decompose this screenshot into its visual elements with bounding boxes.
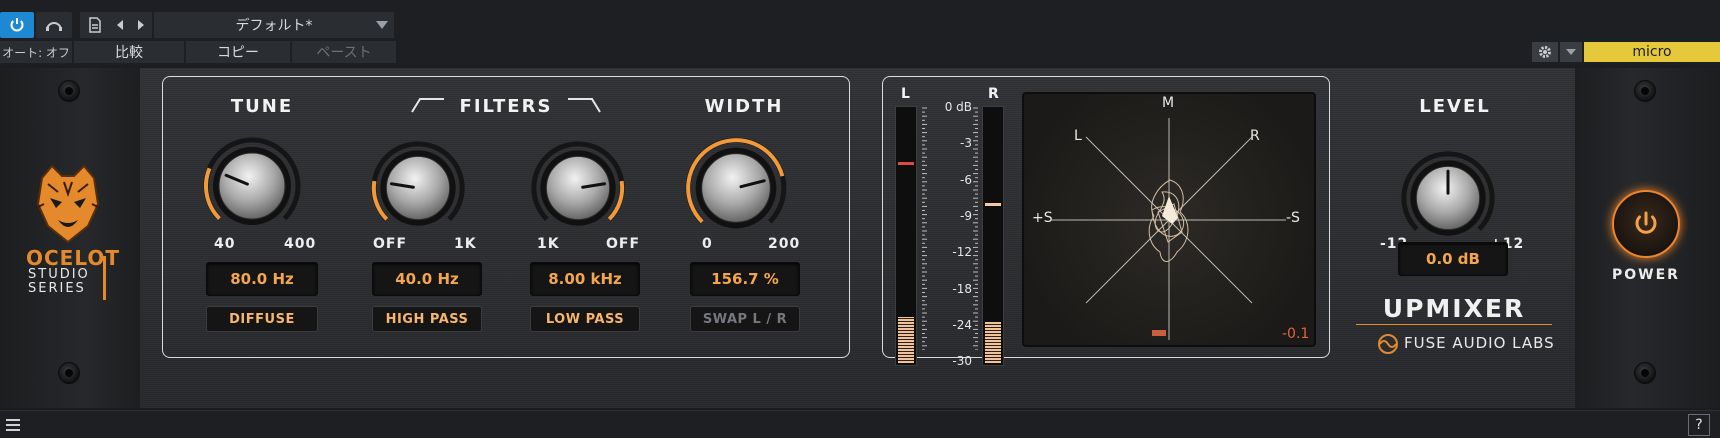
chevron-left-icon — [117, 20, 123, 30]
vectorscope-label-r: R — [1250, 128, 1260, 144]
maker-name: FUSE AUDIO LABS — [1404, 334, 1555, 352]
lowpass-value-display[interactable]: 8.00 kHz — [530, 262, 640, 296]
host-compare-button[interactable]: 比較 — [74, 41, 184, 63]
power-label: POWER — [1612, 267, 1680, 283]
vectorscope-label-l: L — [1074, 128, 1082, 144]
highpass-min-label: OFF — [373, 236, 408, 252]
highpass-max-label: 1K — [454, 236, 477, 252]
power-button[interactable] — [1612, 190, 1680, 258]
width-min-label: 0 — [702, 236, 713, 252]
vectorscope-label-plus-s: +S — [1032, 210, 1053, 226]
host-power-button[interactable] — [0, 12, 34, 38]
tune-value-display[interactable]: 80.0 Hz — [206, 262, 318, 296]
preset-name: デフォルト* — [235, 18, 313, 34]
highpass-button[interactable]: HIGH PASS — [372, 306, 482, 332]
vectorscope-balance-marker — [1152, 330, 1166, 336]
knob-graphic — [203, 137, 301, 225]
headphones-icon — [46, 22, 62, 31]
swap-lr-button[interactable]: SWAP L / R — [690, 306, 800, 332]
brand-divider — [103, 256, 106, 300]
knob-graphic — [1401, 151, 1495, 236]
chevron-right-icon — [138, 20, 144, 30]
host-device-label: micro — [1584, 42, 1720, 62]
lowpass-max-label: OFF — [606, 236, 641, 252]
host-menu-button[interactable] — [2, 414, 24, 436]
hamburger-icon — [6, 419, 20, 431]
host-preset-prev-button[interactable] — [110, 12, 130, 38]
host-status-bar — [0, 410, 1720, 438]
host-paste-button[interactable]: ペースト — [292, 41, 396, 63]
power-icon — [1635, 211, 1657, 234]
knob-graphic — [531, 141, 625, 226]
highpass-shape-icon — [411, 98, 444, 113]
host-preset-selector[interactable]: デフォルト* — [154, 12, 394, 38]
level-value-display[interactable]: 0.0 dB — [1398, 242, 1508, 276]
knob-graphic — [371, 141, 465, 226]
lowpass-button[interactable]: LOW PASS — [530, 306, 640, 332]
width-max-label: 200 — [768, 236, 801, 252]
meter-right-peak — [985, 203, 1001, 207]
screw-icon — [1634, 80, 1656, 102]
lowpass-shape-icon — [568, 98, 601, 113]
meter-scale-label: -12 — [952, 245, 972, 260]
knob-graphic — [685, 137, 787, 229]
meter-left-level — [898, 316, 914, 363]
gear-icon — [1539, 46, 1551, 58]
meter-scale-label: 0 dB — [944, 100, 972, 114]
level-title: LEVEL — [1419, 96, 1491, 117]
help-icon: ? — [1695, 417, 1703, 433]
chevron-down-icon — [376, 21, 388, 29]
meter-scale-label: -3 — [960, 136, 972, 151]
plugin-host-window: デフォルト* オート: オフ 比較 コピー ペースト micro OCELOT … — [0, 0, 1720, 438]
host-settings-dropdown[interactable] — [1560, 42, 1582, 62]
meter-scale-label: -30 — [952, 354, 972, 369]
host-copy-button[interactable]: コピー — [186, 41, 290, 63]
tune-title: TUNE — [230, 96, 294, 117]
meter-left — [895, 106, 917, 366]
host-settings-button[interactable] — [1532, 42, 1558, 62]
host-preset-browser-button[interactable] — [80, 12, 110, 38]
vectorscope-readout: -0.1 — [1282, 326, 1310, 342]
brand-subtitle-line1: STUDIO — [28, 267, 90, 282]
chevron-down-icon — [1566, 49, 1576, 55]
vectorscope-grid — [1052, 118, 1286, 340]
tune-max-label: 400 — [284, 236, 317, 252]
product-divider — [1356, 324, 1552, 325]
product-name: UPMIXER — [1382, 294, 1526, 323]
meter-scale-label: -18 — [952, 281, 972, 296]
meter-right-level — [985, 322, 1001, 363]
vectorscope-label-m: M — [1162, 95, 1175, 111]
meter-scale-label: -6 — [960, 172, 972, 187]
width-title: WIDTH — [704, 96, 784, 117]
screw-icon — [58, 362, 80, 384]
highpass-value-display[interactable]: 40.0 Hz — [372, 262, 482, 296]
screw-icon — [1634, 362, 1656, 384]
filters-title: FILTERS — [459, 96, 553, 117]
help-button[interactable]: ? — [1688, 414, 1710, 436]
fuse-logo-icon — [1378, 334, 1398, 354]
brand-subtitle-line2: SERIES — [28, 281, 86, 296]
lowpass-min-label: 1K — [537, 236, 560, 252]
plugin-panel: OCELOT STUDIO SERIES TUNE 40 400 80.0 Hz… — [0, 68, 1720, 408]
vectorscope-label-minus-s: -S — [1286, 210, 1300, 226]
brand-name: OCELOT — [26, 246, 121, 270]
meter-right-label: R — [988, 86, 999, 102]
meter-right — [982, 106, 1004, 366]
diffuse-button[interactable]: DIFFUSE — [206, 306, 318, 332]
host-automation-button[interactable]: オート: オフ — [0, 41, 72, 63]
meter-left-label: L — [901, 86, 910, 102]
width-value-display[interactable]: 156.7 % — [690, 262, 800, 296]
meter-left-peak — [898, 162, 914, 166]
host-monitor-button[interactable] — [36, 12, 72, 38]
document-icon — [89, 17, 101, 33]
meter-scale-label: -24 — [952, 317, 972, 332]
meter-scale-label: -9 — [960, 208, 972, 223]
screw-icon — [58, 80, 80, 102]
tune-min-label: 40 — [214, 236, 236, 252]
host-preset-next-button[interactable] — [130, 12, 152, 38]
ocelot-logo-icon — [35, 164, 101, 244]
power-icon — [10, 18, 24, 32]
